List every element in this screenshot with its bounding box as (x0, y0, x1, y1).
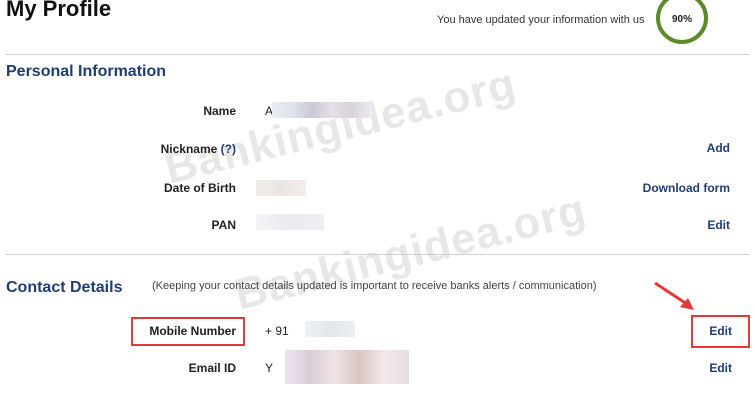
name-label: Name (203, 104, 236, 118)
watermark: Bankingidea.org (160, 58, 521, 194)
mobile-value: + 91 (265, 324, 289, 338)
email-label: Email ID (188, 361, 236, 375)
dob-label: Date of Birth (164, 181, 236, 195)
edit-pan-button[interactable]: Edit (690, 218, 730, 232)
section-title-personal: Personal Information (6, 63, 167, 80)
pan-redaction (256, 214, 324, 230)
nickname-help-link[interactable]: (?) (221, 142, 236, 156)
profile-completion-value: 90% (672, 14, 692, 25)
profile-progress-text: You have updated your information with u… (437, 14, 645, 26)
mobile-redaction (305, 321, 355, 337)
mobile-label-highlight (131, 317, 245, 346)
download-form-link[interactable]: Download form (600, 181, 730, 195)
annotation-arrow-icon (654, 281, 694, 310)
edit-mobile-highlight (691, 315, 750, 348)
pan-label: PAN (211, 218, 236, 232)
section-title-contact: Contact Details (6, 279, 123, 296)
contact-note: (Keeping your contact details updated is… (152, 280, 597, 292)
nickname-label: Nickname (?) (160, 142, 236, 156)
watermark: Bankingidea.org (230, 184, 591, 320)
section-divider (6, 254, 749, 255)
dob-redaction (256, 180, 306, 196)
email-redaction (285, 350, 409, 384)
add-nickname-button[interactable]: Add (690, 141, 730, 155)
header-divider (6, 54, 749, 55)
name-redaction (272, 102, 372, 118)
page-title: My Profile (6, 0, 112, 21)
email-value: Y (265, 361, 274, 375)
profile-completion-gauge: 90% (654, 0, 710, 46)
edit-email-button[interactable]: Edit (700, 361, 732, 375)
